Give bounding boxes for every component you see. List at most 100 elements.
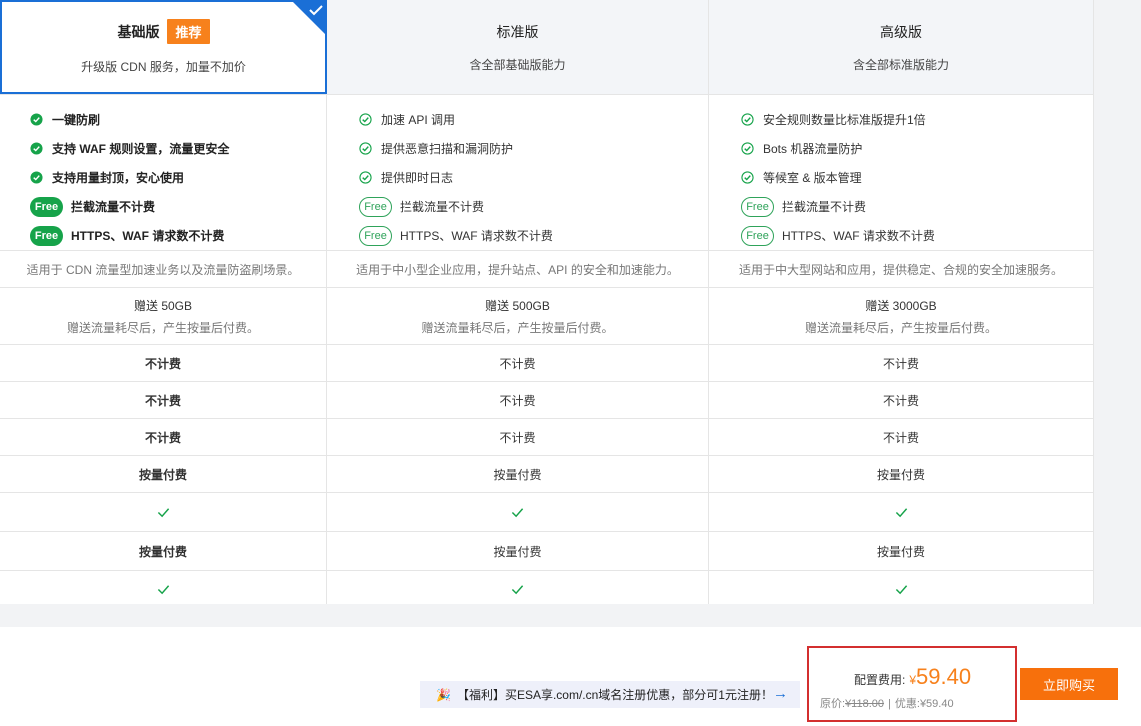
scenario-text: 适用于 CDN 流量型加速业务以及流量防盗刷场景。 [0, 251, 327, 287]
included-cell [0, 493, 327, 531]
included-cell [709, 571, 1094, 608]
check-circle-icon [741, 171, 754, 184]
included-cell [0, 571, 327, 608]
plan-name: 标准版 [496, 23, 539, 40]
feature-item: Free HTTPS、WAF 请求数不计费 [741, 221, 935, 250]
feature-item: 提供即时日志 [359, 163, 453, 192]
plan-title-basic: 基础版 推荐 [117, 19, 210, 44]
feature-text: 加速 API 调用 [381, 113, 456, 127]
billing-row: 不计费 不计费 不计费 [0, 345, 1094, 382]
billing-value: 不计费 [709, 382, 1094, 418]
billing-value: 按量付费 [0, 532, 327, 570]
arrow-right-icon[interactable]: → [773, 685, 788, 702]
feature-text: 提供恶意扫描和漏洞防护 [381, 142, 514, 156]
plan-header-row: 基础版 推荐 升级版 CDN 服务，加量不加价 标准版 含全部基础版能力 高级版… [0, 0, 1094, 95]
billing-value: 不计费 [327, 382, 709, 418]
feature-text: 拦截流量不计费 [71, 200, 156, 214]
fee-separator: | [888, 698, 891, 710]
feature-text: 提供即时日志 [381, 171, 454, 185]
plan-card-basic[interactable]: 基础版 推荐 升级版 CDN 服务，加量不加价 [0, 0, 327, 94]
check-circle-icon [359, 113, 372, 126]
feature-text: Bots 机器流量防护 [763, 142, 863, 156]
free-badge: Free [359, 196, 392, 217]
feature-text: 拦截流量不计费 [782, 200, 867, 214]
feature-item: Free HTTPS、WAF 请求数不计费 [359, 221, 553, 250]
buy-now-button[interactable]: 立即购买 [1020, 668, 1118, 700]
scenario-text: 适用于中小型企业应用，提升站点、API 的安全和加速能力。 [327, 251, 709, 287]
feature-text: 支持 WAF 规则设置，流量更安全 [52, 142, 230, 156]
billing-row: 按量付费 按量付费 按量付费 [0, 456, 1094, 493]
feature-text: 拦截流量不计费 [400, 200, 485, 214]
billing-value: 按量付费 [709, 456, 1094, 492]
gift-note: 赠送流量耗尽后，产生按量后付费。 [66, 320, 259, 335]
plan-comparison-table: 基础版 推荐 升级版 CDN 服务，加量不加价 标准版 含全部基础版能力 高级版… [0, 0, 1094, 608]
fee-label: 配置费用: [854, 673, 906, 687]
billing-value: 不计费 [0, 382, 327, 418]
fee-detail: 原价:¥118.00 | 优惠:¥59.40 [820, 695, 954, 711]
plan-card-advanced[interactable]: 高级版 含全部标准版能力 [709, 0, 1094, 94]
free-badge: Free [741, 225, 774, 246]
feature-item: Free 拦截流量不计费 [30, 192, 155, 221]
free-badge: Free [30, 196, 63, 217]
free-badge: Free [741, 196, 774, 217]
included-cell [709, 493, 1094, 531]
feature-item: Free 拦截流量不计费 [359, 192, 484, 221]
feature-item: 加速 API 调用 [359, 105, 455, 134]
plan-subtitle: 含全部基础版能力 [469, 57, 566, 72]
fee-currency: ¥ [909, 673, 917, 687]
gift-traffic-row: 赠送 50GB 赠送流量耗尽后，产生按量后付费。 赠送 500GB 赠送流量耗尽… [0, 288, 1094, 345]
feature-item: 提供恶意扫描和漏洞防护 [359, 134, 513, 163]
billing-value: 按量付费 [327, 532, 709, 570]
fee-summary: 配置费用: ¥ 59.40 原价:¥118.00 | 优惠:¥59.40 [807, 646, 1017, 722]
check-icon [511, 585, 524, 595]
billing-rows: 不计费 不计费 不计费 不计费 不计费 不计费 不计费 不计费 不计费 按量付费 按量付费 按量付费按… [0, 345, 1094, 608]
scenario-text: 适用于中大型网站和应用，提供稳定、合规的安全加速服务。 [709, 251, 1094, 287]
feature-text: HTTPS、WAF 请求数不计费 [782, 229, 935, 243]
gift-title: 赠送 50GB [133, 298, 193, 313]
billing-row: 不计费 不计费 不计费 [0, 382, 1094, 419]
promo-banner[interactable]: 🎉 【福利】买ESA享.com/.cn域名注册优惠，部分可1元注册！ → [420, 681, 800, 708]
check-icon [895, 507, 907, 517]
feature-item: 安全规则数量比标准版提升1倍 [741, 105, 926, 134]
plan-scenario-row: 适用于 CDN 流量型加速业务以及流量防盗刷场景。 适用于中小型企业应用，提升站… [0, 251, 1094, 288]
recommend-badge: 推荐 [167, 19, 210, 44]
feature-item: Free 拦截流量不计费 [741, 192, 866, 221]
plan-name: 高级版 [880, 23, 922, 40]
billing-row: 不计费 不计费 不计费 [0, 419, 1094, 456]
gift-title: 赠送 3000GB [865, 298, 937, 313]
check-circle-icon [741, 142, 754, 155]
gift-note: 赠送流量耗尽后，产生按量后付费。 [804, 320, 997, 335]
included-cell [327, 493, 709, 531]
billing-row: 按量付费 按量付费 按量付费 [0, 532, 1094, 571]
check-icon [157, 585, 169, 595]
feature-item: Free HTTPS、WAF 请求数不计费 [30, 221, 224, 250]
party-popper-icon: 🎉 [436, 687, 451, 702]
free-badge: Free [30, 225, 63, 246]
fee-amount: 59.40 [916, 664, 972, 689]
feature-item: 等候室 & 版本管理 [741, 163, 862, 192]
billing-value: 按量付费 [709, 532, 1094, 570]
feature-item: 支持用量封顶，安心使用 [30, 163, 184, 192]
billing-row [0, 571, 1094, 608]
gift-cell: 赠送 3000GB 赠送流量耗尽后，产生按量后付费。 [709, 288, 1094, 344]
feature-item: 支持 WAF 规则设置，流量更安全 [30, 134, 229, 163]
plan-subtitle: 升级版 CDN 服务，加量不加价 [81, 60, 246, 74]
feature-list: 一键防刷支持 WAF 规则设置，流量更安全 支持用量封顶，安心使用 Free 拦截流量… [0, 95, 327, 250]
check-circle-icon [359, 142, 372, 155]
feature-text: HTTPS、WAF 请求数不计费 [400, 229, 553, 243]
plan-name: 基础版 [117, 23, 160, 40]
check-circle-icon [30, 171, 43, 184]
check-icon [895, 585, 907, 595]
discount-label: 优惠: [894, 698, 920, 710]
discount-value: ¥59.40 [919, 698, 954, 710]
plan-features-row: 一键防刷支持 WAF 规则设置，流量更安全 支持用量封顶，安心使用 Free 拦截流量… [0, 95, 1094, 251]
check-circle-icon [359, 171, 372, 184]
gift-title: 赠送 500GB [485, 298, 550, 313]
feature-text: 支持用量封顶，安心使用 [52, 171, 185, 185]
plan-subtitle: 含全部标准版能力 [852, 57, 949, 72]
page-background-band [0, 604, 1141, 627]
feature-item: 一键防刷 [30, 105, 100, 134]
plan-card-standard[interactable]: 标准版 含全部基础版能力 [327, 0, 709, 94]
promo-text: 【福利】买ESA享.com/.cn域名注册优惠，部分可1元注册！ [456, 688, 773, 702]
billing-value: 不计费 [327, 345, 709, 381]
